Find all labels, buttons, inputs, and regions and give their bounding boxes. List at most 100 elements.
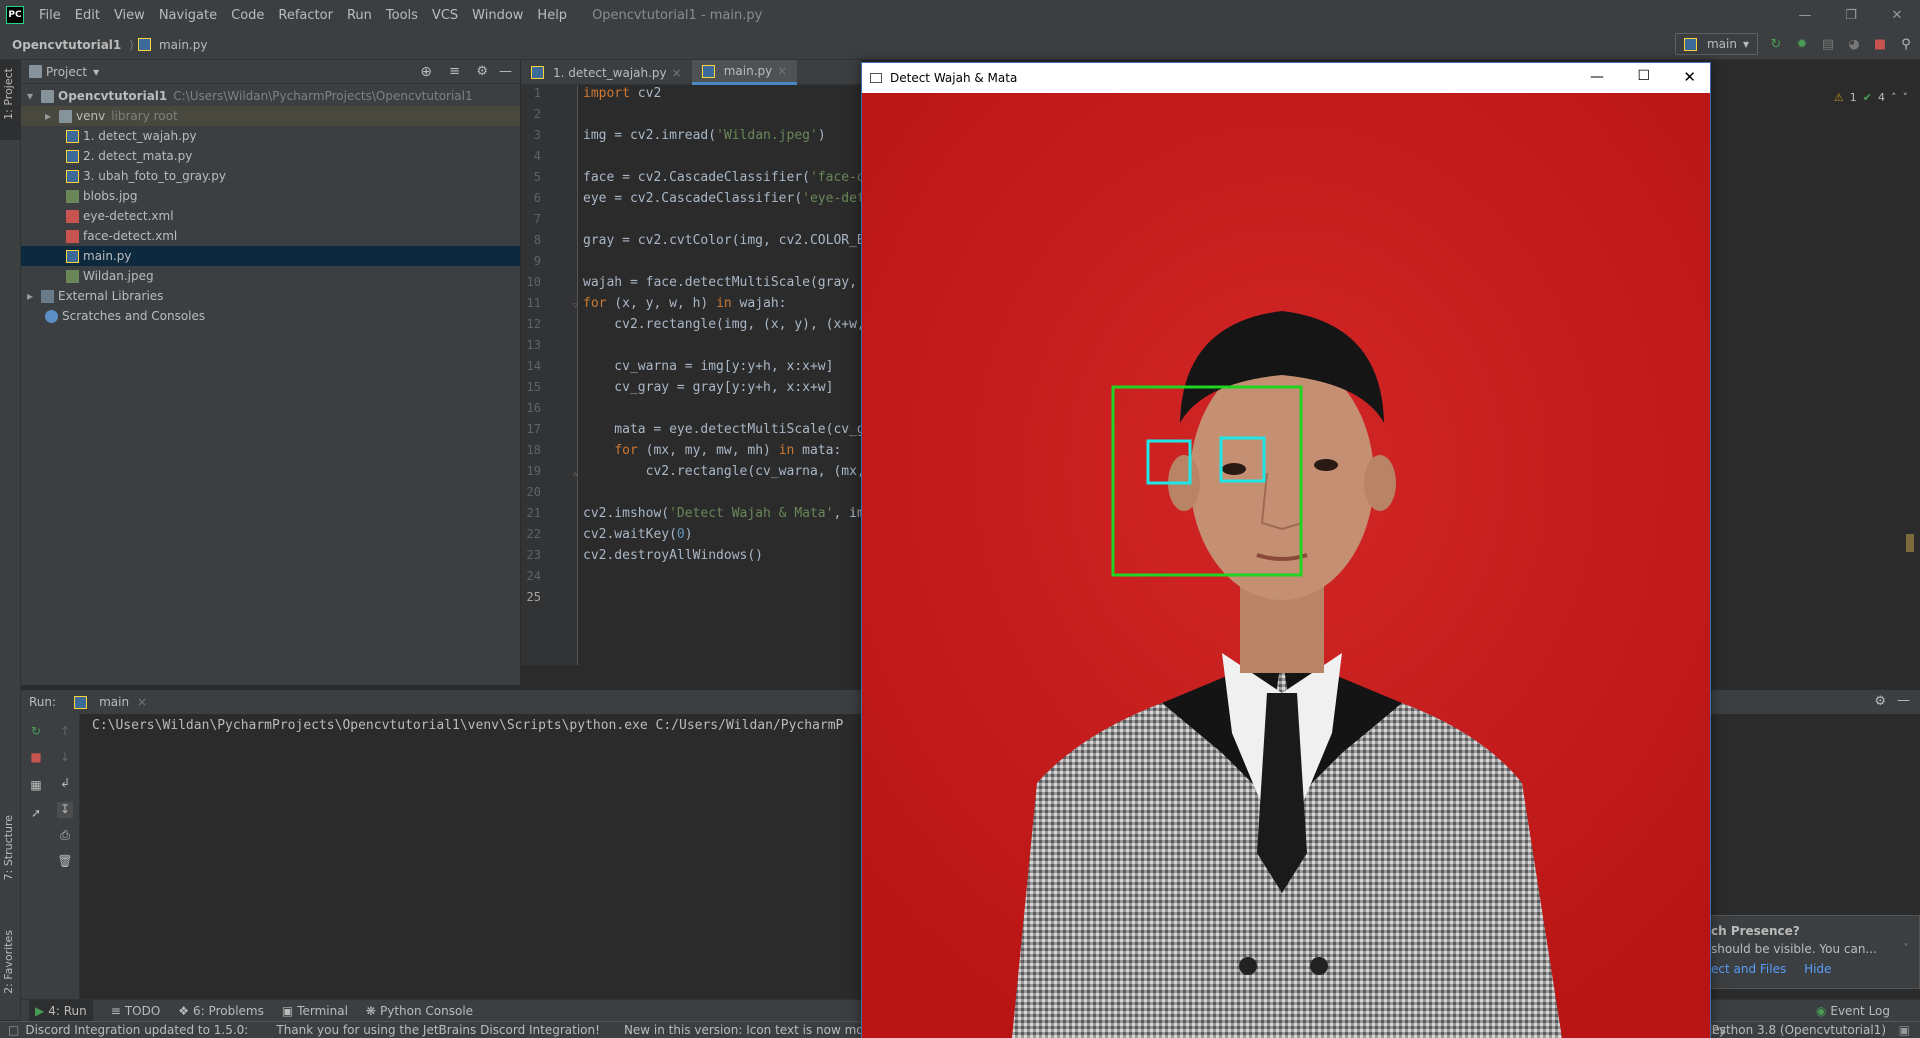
tree-item-file[interactable]: eye-detect.xml: [21, 206, 520, 226]
collapse-all-icon[interactable]: ≡: [449, 64, 460, 79]
code-editor[interactable]: import cv2 img = cv2.imread('Wildan.jpeg…: [578, 85, 861, 665]
event-log-label: Event Log: [1830, 1003, 1890, 1018]
close-tab-icon[interactable]: ×: [777, 64, 787, 78]
run-console[interactable]: C:\Users\Wildan\PycharmProjects\Opencvtu…: [80, 714, 861, 999]
arrow-up-icon[interactable]: ↑: [57, 724, 73, 740]
status-message-1[interactable]: Discord Integration updated to 1.5.0:: [25, 1023, 248, 1037]
venv-label: venv: [76, 109, 106, 123]
tab-python-console[interactable]: ❋ Python Console: [366, 1004, 473, 1018]
maximize-icon[interactable]: ☐: [1637, 68, 1650, 84]
stop-icon[interactable]: ■: [1872, 36, 1888, 52]
run-config-select[interactable]: main ▾: [1674, 33, 1758, 55]
event-log-tab[interactable]: ◉ Event Log: [1816, 1004, 1890, 1018]
run-tab[interactable]: main: [99, 695, 129, 709]
python-file-icon: [531, 66, 544, 79]
chevron-down-icon[interactable]: ˅: [1903, 91, 1909, 104]
tree-item-file-selected[interactable]: main.py: [21, 246, 520, 266]
tab-run[interactable]: ▶ 4: Run: [29, 1000, 93, 1021]
line-number: 6: [533, 191, 541, 205]
print-icon[interactable]: ⎙: [57, 828, 73, 844]
code-line: cv2.imshow('Detect Wajah & Mata', img): [583, 506, 861, 521]
inspection-widget[interactable]: ⚠ 1 ✔ 4 ˄ ˅: [1834, 91, 1908, 104]
minimize-icon[interactable]: —: [1782, 0, 1828, 30]
locate-icon[interactable]: ⊕: [420, 64, 432, 80]
minimize-icon[interactable]: —: [1590, 69, 1604, 85]
tree-item-file[interactable]: 3. ubah_foto_to_gray.py: [21, 166, 520, 186]
menu-file[interactable]: File: [32, 8, 68, 23]
layout-icon[interactable]: ▦: [28, 778, 44, 794]
tab-todo[interactable]: ≡ TODO: [111, 1004, 161, 1018]
arrow-down-icon[interactable]: ↓: [57, 750, 73, 766]
window-title: Opencvtutorial1 - main.py: [592, 7, 763, 23]
menu-tools[interactable]: Tools: [379, 8, 425, 23]
rerun-icon[interactable]: ↻: [1768, 36, 1784, 52]
tree-item-venv[interactable]: ▸ venv library root: [21, 106, 520, 126]
trash-icon[interactable]: 🗑: [57, 854, 73, 870]
search-icon[interactable]: ⚲: [1898, 36, 1914, 52]
project-tool-tab[interactable]: 1: Project: [2, 68, 15, 120]
menu-refactor[interactable]: Refactor: [271, 8, 340, 23]
tree-item-file[interactable]: Wildan.jpeg: [21, 266, 520, 286]
expand-arrow-icon[interactable]: ▾: [27, 89, 41, 103]
soft-wrap-icon[interactable]: ↲: [57, 776, 73, 792]
chevron-down-icon[interactable]: ˅: [1903, 942, 1909, 956]
profile-icon[interactable]: ◕: [1846, 36, 1862, 52]
opencv-titlebar[interactable]: Detect Wajah & Mata — ☐ ✕: [862, 63, 1710, 93]
hide-panel-icon[interactable]: —: [1897, 693, 1910, 708]
gear-icon[interactable]: ⚙: [476, 64, 488, 79]
breadcrumb-project[interactable]: Opencvtutorial1: [8, 38, 125, 52]
chevron-up-icon[interactable]: ˄: [1891, 91, 1897, 104]
editor-tab[interactable]: 1. detect_wajah.py ×: [521, 60, 692, 85]
collapse-arrow-icon[interactable]: ▸: [27, 289, 41, 303]
restore-icon[interactable]: ❐: [1828, 0, 1874, 30]
collapse-arrow-icon[interactable]: ▸: [45, 109, 59, 123]
tree-item-file[interactable]: face-detect.xml: [21, 226, 520, 246]
gear-icon[interactable]: ⚙: [1874, 694, 1886, 709]
menu-vcs[interactable]: VCS: [425, 8, 465, 23]
fold-icon[interactable]: ▿: [573, 301, 578, 311]
close-tab-icon[interactable]: ×: [137, 695, 147, 709]
notification-link[interactable]: ect and Files: [1711, 962, 1786, 976]
tab-terminal[interactable]: ▣ Terminal: [282, 1004, 348, 1018]
notification-hide-link[interactable]: Hide: [1804, 962, 1831, 976]
menu-navigate[interactable]: Navigate: [152, 8, 224, 23]
interpreter-label[interactable]: Python 3.8 (Opencvtutorial1): [1712, 1023, 1886, 1037]
menu-edit[interactable]: Edit: [68, 8, 107, 23]
rerun-icon[interactable]: ↻: [28, 724, 44, 740]
coverage-icon[interactable]: ▤: [1820, 36, 1836, 52]
tree-item-file[interactable]: 1. detect_wajah.py: [21, 126, 520, 146]
hide-panel-icon[interactable]: —: [499, 64, 512, 79]
editor-tab-active[interactable]: main.py ×: [691, 60, 798, 85]
tree-item-file[interactable]: 2. detect_mata.py: [21, 146, 520, 166]
project-title[interactable]: Project: [46, 65, 87, 79]
tree-item-scratches[interactable]: Scratches and Consoles: [21, 306, 520, 326]
menu-code[interactable]: Code: [224, 8, 271, 23]
fold-icon[interactable]: ▵: [573, 469, 578, 479]
breadcrumb-file[interactable]: main.py: [155, 38, 212, 52]
menu-help[interactable]: Help: [530, 8, 574, 23]
structure-tool-tab[interactable]: 7: Structure: [2, 815, 15, 880]
image-file-icon: [66, 189, 79, 203]
close-icon[interactable]: ✕: [1874, 0, 1920, 30]
debug-icon[interactable]: ✹: [1794, 36, 1810, 52]
ear-right: [1364, 455, 1396, 511]
dropdown-arrow-icon: ▾: [1742, 37, 1749, 51]
tree-item-external-libraries[interactable]: ▸ External Libraries: [21, 286, 520, 306]
pin-icon[interactable]: ➚: [28, 806, 44, 822]
menu-window[interactable]: Window: [465, 8, 530, 23]
tree-root[interactable]: ▾ Opencvtutorial1 C:\Users\Wildan\Pychar…: [21, 86, 520, 106]
tab-problems[interactable]: ❖ 6: Problems: [178, 1004, 264, 1018]
chevron-down-icon[interactable]: ▾: [93, 65, 99, 79]
favorites-tool-tab[interactable]: 2: Favorites: [2, 930, 15, 994]
file-label: 1. detect_wajah.py: [83, 129, 197, 143]
tree-item-file[interactable]: blobs.jpg: [21, 186, 520, 206]
error-stripe-marker[interactable]: [1906, 534, 1914, 552]
scroll-to-end-icon[interactable]: ↧: [57, 802, 73, 818]
menu-run[interactable]: Run: [340, 8, 379, 23]
menu-view[interactable]: View: [107, 8, 152, 23]
close-tab-icon[interactable]: ×: [672, 66, 682, 80]
lock-icon[interactable]: ▣: [1899, 1023, 1910, 1037]
close-icon[interactable]: ✕: [1683, 68, 1696, 86]
stop-icon[interactable]: ■: [28, 750, 44, 766]
editor-tab-label: main.py: [723, 64, 773, 78]
